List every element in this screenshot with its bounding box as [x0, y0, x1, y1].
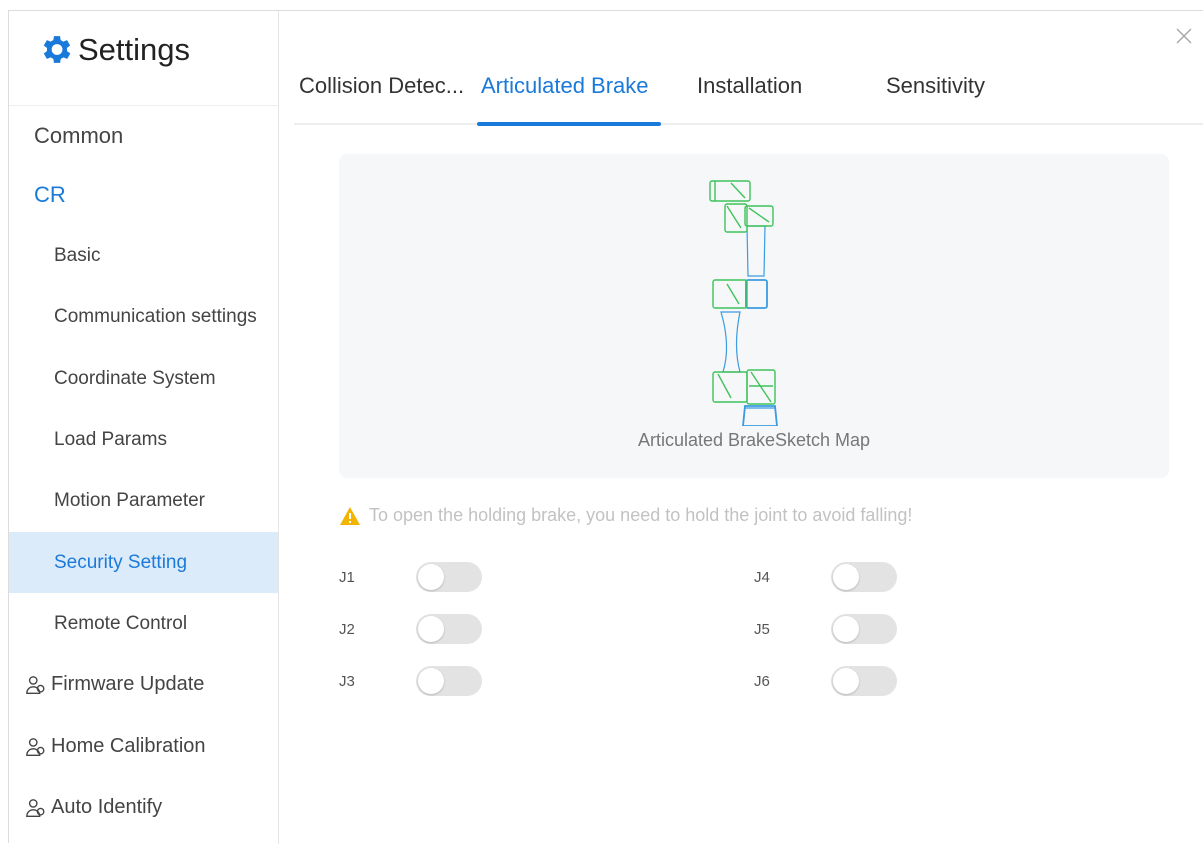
brake-toggle-j6[interactable]	[831, 666, 897, 696]
toggle-knob	[418, 564, 444, 590]
tab-label: Articulated Brake	[481, 73, 649, 98]
joint-label: J6	[754, 672, 770, 690]
tab-collision-detection[interactable]: Collision Detec...	[299, 73, 464, 99]
tab-label: Collision Detec...	[299, 73, 465, 98]
robot-joint-blue	[745, 279, 768, 309]
settings-window: Settings Common CR Basic Communication s…	[8, 10, 1203, 844]
joint-row-j1: J1	[339, 562, 482, 592]
sidebar-item-communication-settings[interactable]: Communication settings	[9, 286, 278, 347]
joint-label: J5	[754, 620, 770, 638]
toggle-knob	[833, 564, 859, 590]
sidebar-item-motion-parameter[interactable]: Motion Parameter	[9, 470, 278, 531]
user-group-icon	[26, 737, 45, 756]
sidebar-item-home-calibration[interactable]: Home Calibration	[9, 716, 278, 777]
joint-label: J3	[339, 672, 355, 690]
toggle-knob	[833, 616, 859, 642]
toggle-knob	[833, 668, 859, 694]
warning-text: To open the holding brake, you need to h…	[369, 505, 913, 525]
joint-row-j5: J5	[754, 614, 897, 644]
user-group-icon	[26, 798, 45, 817]
gear-icon	[43, 36, 71, 63]
brake-toggle-j5[interactable]	[831, 614, 897, 644]
sketch-caption: Articulated BrakeSketch Map	[637, 430, 871, 450]
sidebar-item-label: Load Params	[54, 428, 168, 450]
user-group-icon	[26, 675, 45, 694]
warning-icon	[340, 506, 360, 525]
robot-arm-sketch	[709, 180, 778, 426]
robot-base	[742, 405, 778, 426]
sidebar-item-label: Motion Parameter	[54, 489, 206, 511]
sidebar-header: Settings	[9, 11, 278, 106]
sidebar-item-label: Communication settings	[54, 305, 257, 327]
joint-row-j3: J3	[339, 666, 482, 696]
sidebar-item-label: Basic	[54, 244, 101, 266]
sidebar-item-auto-identify[interactable]: Auto Identify	[9, 777, 278, 838]
sidebar-item-label: Common	[34, 122, 124, 148]
sidebar-item-label: Coordinate System	[54, 367, 216, 389]
robot-link-lower	[720, 311, 741, 373]
brake-toggle-j4[interactable]	[831, 562, 897, 592]
sidebar-item-coordinate-system[interactable]: Coordinate System	[9, 348, 278, 409]
brake-toggle-j3[interactable]	[416, 666, 482, 696]
tab-bar: Collision Detec... Articulated Brake Ins…	[294, 65, 1203, 126]
robot-joint-j6	[709, 180, 751, 202]
sidebar-item-label: Home Calibration	[51, 735, 206, 757]
sketch-map-panel: Articulated BrakeSketch Map	[339, 154, 1169, 478]
sidebar-item-label: CR	[34, 181, 66, 207]
tab-label: Installation	[697, 73, 803, 98]
sidebar: Settings Common CR Basic Communication s…	[9, 11, 279, 844]
settings-title: Settings	[37, 31, 190, 68]
joint-label: J2	[339, 620, 355, 638]
brake-toggle-j2[interactable]	[416, 614, 482, 644]
joint-label: J4	[754, 568, 770, 586]
sidebar-item-cr[interactable]: CR	[9, 164, 278, 225]
sidebar-item-common[interactable]: Common	[9, 105, 278, 166]
robot-joint-j4	[744, 205, 774, 227]
sidebar-item-load-params[interactable]: Load Params	[9, 409, 278, 470]
close-button[interactable]	[1173, 25, 1195, 47]
sidebar-item-label: Remote Control	[54, 612, 188, 634]
brake-warning: To open the holding brake, you need to h…	[339, 505, 912, 526]
close-icon	[1176, 28, 1192, 44]
tab-label: Sensitivity	[886, 73, 986, 98]
robot-link-upper	[746, 225, 766, 277]
active-tab-indicator	[477, 122, 661, 126]
joint-row-j2: J2	[339, 614, 482, 644]
tab-sensitivity[interactable]: Sensitivity	[886, 73, 985, 99]
sidebar-item-label: Firmware Update	[51, 673, 205, 695]
sidebar-item-remote-control[interactable]: Remote Control	[9, 593, 278, 654]
joint-label: J1	[339, 568, 355, 586]
tab-articulated-brake[interactable]: Articulated Brake	[481, 73, 649, 99]
joint-row-j6: J6	[754, 666, 897, 696]
toggle-knob	[418, 668, 444, 694]
settings-title-label: Settings	[78, 31, 191, 67]
toggle-knob	[418, 616, 444, 642]
sidebar-item-security-setting[interactable]: Security Setting	[9, 532, 278, 593]
sidebar-item-firmware-update[interactable]: Firmware Update	[9, 654, 278, 715]
tab-installation[interactable]: Installation	[697, 73, 802, 99]
robot-joint-j3	[712, 279, 748, 309]
joint-row-j4: J4	[754, 562, 897, 592]
sidebar-item-label: Auto Identify	[51, 796, 163, 818]
brake-toggle-j1[interactable]	[416, 562, 482, 592]
sidebar-item-basic[interactable]: Basic	[9, 225, 278, 286]
sidebar-item-label: Security Setting	[54, 551, 188, 573]
